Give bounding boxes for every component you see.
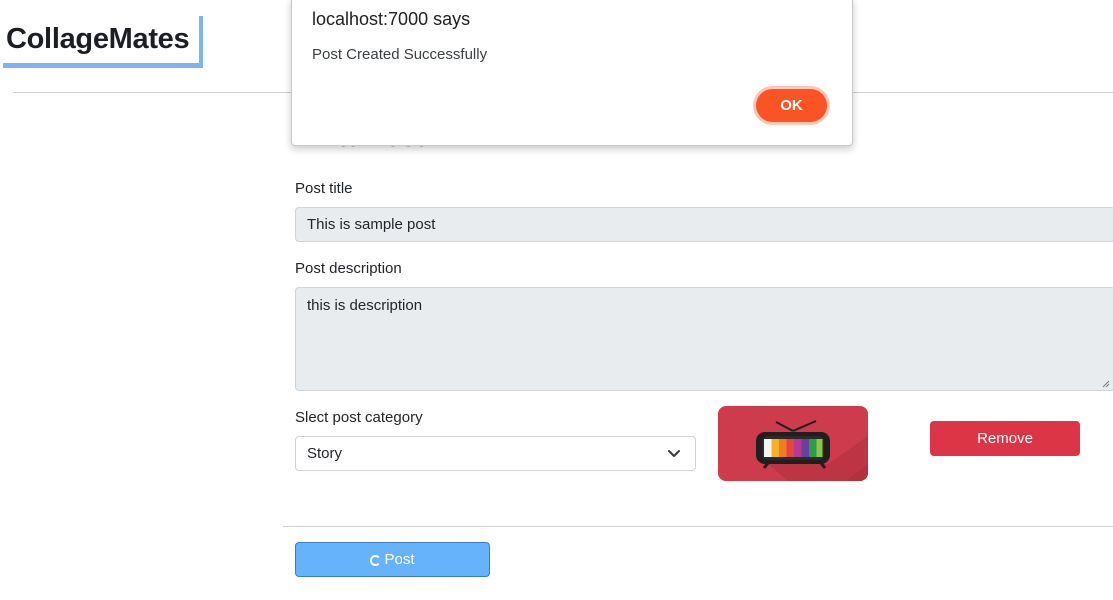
brand-logo[interactable]: CollageMates [3, 16, 203, 68]
dialog-ok-button[interactable]: OK [753, 86, 830, 125]
loading-spinner-icon [370, 555, 382, 566]
post-title-label: Post title [295, 180, 353, 197]
alert-dialog: localhost:7000 says Post Created Success… [291, 0, 853, 146]
post-button-label: Post [384, 551, 415, 568]
form-divider [283, 526, 1113, 527]
dialog-message: Post Created Successfully [312, 46, 488, 63]
post-description-value: this is description [307, 297, 423, 314]
post-category-label: Slect post category [295, 409, 423, 426]
retro-tv-icon [756, 420, 868, 481]
post-title-input[interactable]: This is sample post [295, 207, 1113, 242]
post-category-select[interactable]: Story [295, 436, 696, 471]
post-description-label: Post description [295, 260, 402, 277]
post-title-value: This is sample post [307, 216, 436, 233]
brand-name: CollageMates [6, 23, 190, 55]
resize-handle-icon[interactable] [1102, 380, 1110, 388]
dialog-title: localhost:7000 says [312, 9, 471, 29]
chevron-down-icon [668, 450, 680, 457]
category-thumbnail [718, 406, 868, 481]
post-category-value: Story [307, 445, 343, 462]
post-button[interactable]: Post [295, 542, 490, 577]
remove-button[interactable]: Remove [930, 421, 1080, 456]
post-description-textarea[interactable]: this is description [295, 287, 1113, 391]
